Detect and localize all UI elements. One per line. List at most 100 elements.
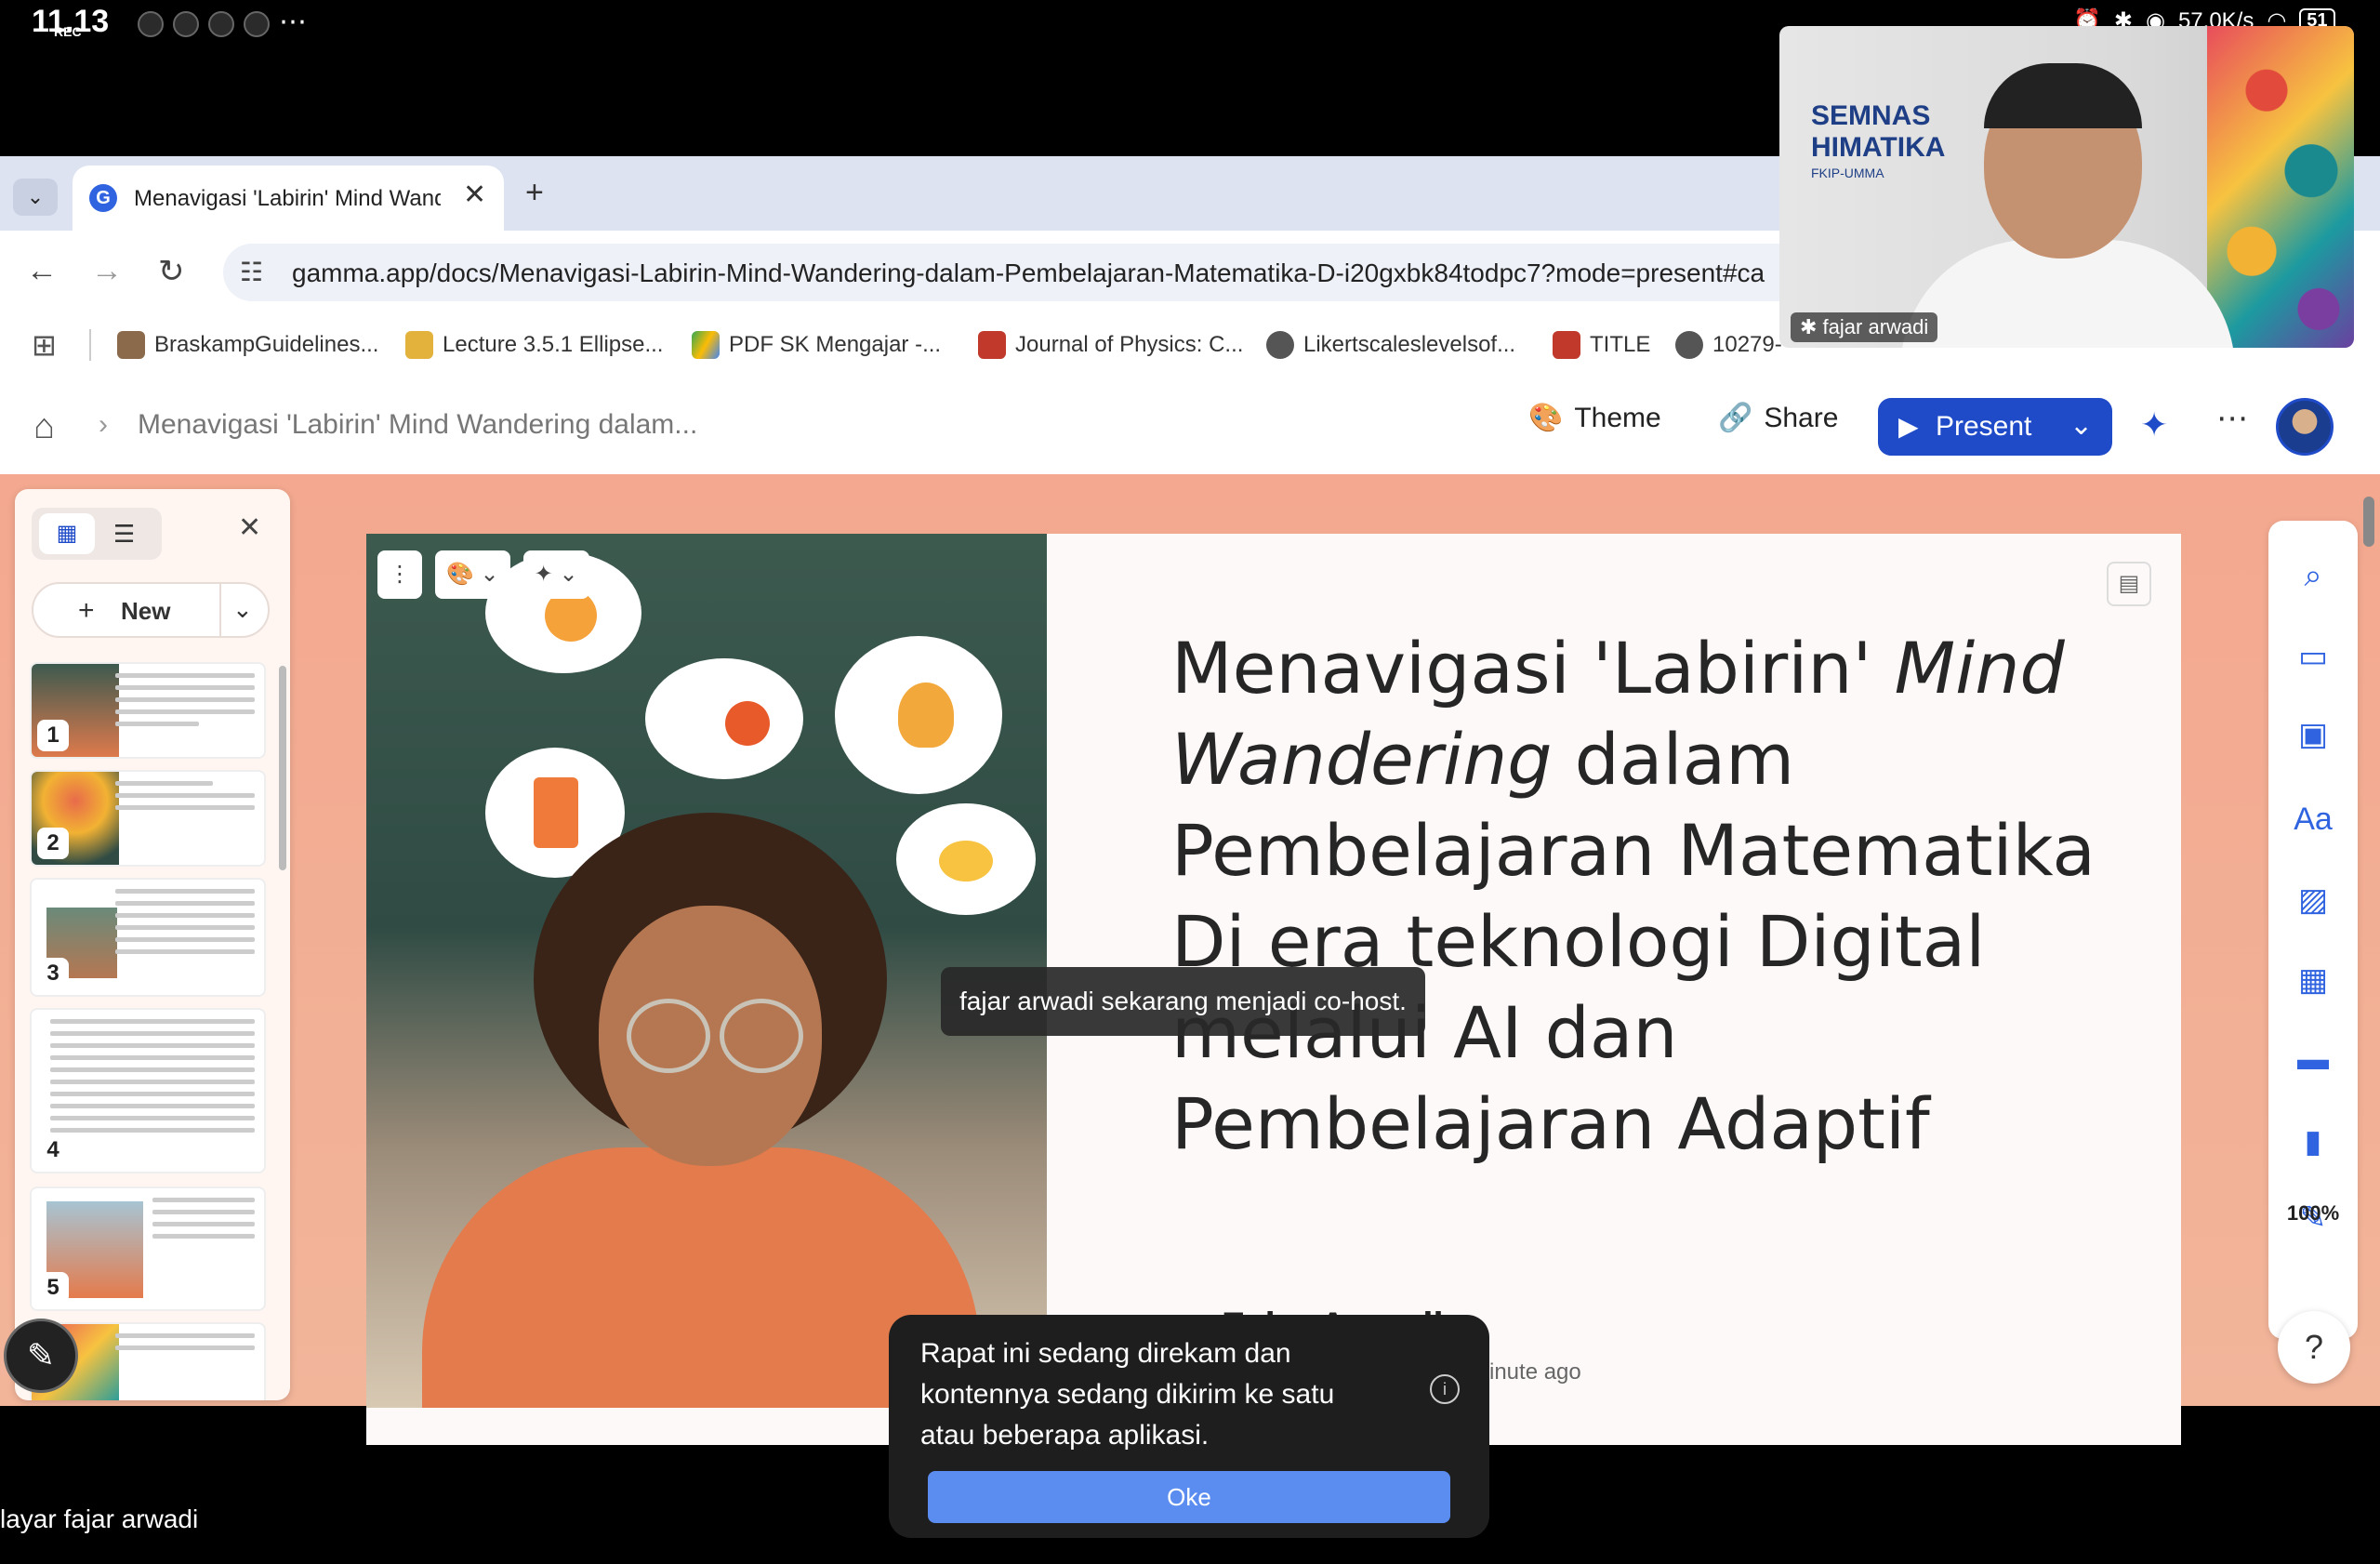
bookmark-item[interactable]: Lecture 3.5.1 Ellipse... xyxy=(405,331,663,359)
page-scrollbar[interactable] xyxy=(2360,474,2380,1406)
globe-icon xyxy=(1266,331,1294,359)
apple-icon xyxy=(725,701,770,746)
reload-icon[interactable]: ↻ xyxy=(158,253,185,290)
participant-name-badge: ✱ fajar arwadi xyxy=(1791,312,1938,342)
tab-title: Menavigasi 'Labirin' Mind Wandering dala… xyxy=(134,186,441,211)
slide-thumbnail[interactable]: 5 xyxy=(30,1186,266,1311)
participant-video[interactable]: SEMNAS HIMATIKA FKIP-UMMA ✱ fajar arwadi xyxy=(1779,26,2354,348)
scrollbar-thumb[interactable] xyxy=(2363,497,2374,547)
bookmark-favicon-icon xyxy=(1553,331,1580,359)
image-icon[interactable]: ▨ xyxy=(2268,881,2358,919)
tab-list-button[interactable]: ⌄ xyxy=(13,179,58,216)
slide-thumbnail[interactable]: 4 xyxy=(30,1008,266,1173)
help-button[interactable]: ? xyxy=(2278,1311,2350,1384)
event-banner: SEMNAS HIMATIKA xyxy=(1811,100,1946,163)
more-options-icon[interactable]: ⋯ xyxy=(2216,400,2248,437)
url-text: gamma.app/docs/Menavigasi-Labirin-Mind-W… xyxy=(292,258,1765,287)
share-button[interactable]: 🔗 Share xyxy=(1718,402,1838,434)
glasses-lens xyxy=(720,999,803,1073)
ai-edit-icon[interactable]: ✦ ⌄ xyxy=(522,550,589,599)
drag-handle-icon[interactable]: ⋮ xyxy=(377,550,422,599)
image-style-icon[interactable]: 🎨 ⌄ xyxy=(435,550,510,599)
bookmark-item[interactable]: 10279- xyxy=(1675,331,1782,359)
layout-icon[interactable]: ▣ xyxy=(2268,716,2358,753)
thumbnail-text xyxy=(50,1019,255,1140)
app-header: ⌂ › Menavigasi 'Labirin' Mind Wandering … xyxy=(0,378,2380,474)
address-bar[interactable]: ☷ gamma.app/docs/Menavigasi-Labirin-Mind… xyxy=(223,244,1841,301)
slide-thumbnail[interactable]: 3 xyxy=(30,878,266,997)
grid-view-icon[interactable]: ▦ xyxy=(39,513,95,554)
sidebar-scrollbar[interactable] xyxy=(279,666,286,870)
back-icon[interactable]: ← xyxy=(26,253,58,289)
new-slide-button[interactable]: + New ⌄ xyxy=(32,582,270,638)
video-icon[interactable]: ▦ xyxy=(2268,961,2358,999)
bookmark-item[interactable]: Journal of Physics: C... xyxy=(978,331,1243,359)
home-icon[interactable]: ⌂ xyxy=(33,407,55,447)
theme-button[interactable]: 🎨 Theme xyxy=(1528,402,1661,434)
palette-icon: 🎨 xyxy=(1528,403,1564,433)
bookmarks-divider xyxy=(89,329,91,361)
annotate-pencil-icon[interactable]: ✎ xyxy=(4,1319,78,1393)
bookmark-item[interactable]: Likertscaleslevelsof... xyxy=(1266,331,1515,359)
ai-sparkle-icon[interactable]: ✦ xyxy=(2140,405,2168,444)
site-info-icon[interactable]: ☷ xyxy=(240,257,263,287)
browser-tab-active[interactable]: G Menavigasi 'Labirin' Mind Wandering da… xyxy=(73,166,504,231)
slide-number: 4 xyxy=(37,1134,69,1166)
juice-glass-icon xyxy=(534,777,578,848)
slide-number: 3 xyxy=(37,958,69,989)
close-tab-icon[interactable]: ✕ xyxy=(463,179,486,211)
breadcrumb-chevron-icon: › xyxy=(99,409,108,440)
drive-icon xyxy=(692,331,720,359)
messenger-icon xyxy=(173,11,199,37)
facebook-icon xyxy=(138,11,164,37)
recording-notice-dialog: Rapat ini sedang direkam dan kontennya s… xyxy=(889,1315,1489,1538)
last-edited-time: inute ago xyxy=(1489,1359,1581,1385)
notification-icons xyxy=(138,11,270,37)
list-view-icon[interactable]: ☰ xyxy=(113,513,135,554)
search-icon[interactable]: ⌕ xyxy=(2268,558,2358,594)
thought-bubble xyxy=(645,658,803,779)
info-icon[interactable]: i xyxy=(1430,1374,1460,1404)
chevron-down-icon[interactable]: ⌄ xyxy=(232,595,253,624)
recording-indicator: REC xyxy=(54,24,82,39)
bookmark-item[interactable]: BraskampGuidelines... xyxy=(117,331,378,359)
chevron-down-icon: ⌄ xyxy=(26,185,45,208)
thumbnail-text xyxy=(115,781,255,817)
close-sidebar-icon[interactable]: ✕ xyxy=(238,511,261,544)
apps-grid-icon[interactable]: ⊞ xyxy=(32,327,57,363)
slide-number: 2 xyxy=(37,828,69,859)
ok-button[interactable]: Oke xyxy=(928,1471,1450,1523)
bookmark-item[interactable]: PDF SK Mengajar -... xyxy=(692,331,941,359)
text-icon[interactable]: Aa xyxy=(2268,802,2358,838)
zoom-level[interactable]: 100% xyxy=(2268,1201,2358,1226)
cohost-toast: fajar arwadi sekarang menjadi co-host. xyxy=(941,967,1425,1036)
lightbulb-icon xyxy=(898,683,954,748)
speaker-notes-icon[interactable]: ▤ xyxy=(2107,562,2151,606)
slide-title[interactable]: Menavigasi 'Labirin' Mind Wandering dala… xyxy=(1171,623,2101,1170)
thumbnail-text xyxy=(152,1198,255,1246)
user-avatar[interactable] xyxy=(2276,398,2334,456)
chart-icon[interactable]: ▮ xyxy=(2268,1123,2358,1160)
bookmark-favicon-icon xyxy=(405,331,433,359)
editor-canvas: ▦ ☰ ✕ + New ⌄ 1 2 3 4 5 ⋮ 🎨 ⌄ ✦ ⌄ ▤ Mena… xyxy=(0,474,2380,1445)
smiley-icon xyxy=(939,841,993,881)
slide-thumbnail[interactable]: 2 xyxy=(30,770,266,867)
add-card-icon[interactable]: ▭ xyxy=(2268,638,2358,675)
bookmark-item[interactable]: TITLE xyxy=(1553,331,1650,359)
slide-number: 1 xyxy=(37,720,69,751)
view-toggle[interactable]: ▦ ☰ xyxy=(32,508,162,560)
new-tab-icon[interactable]: + xyxy=(525,175,544,211)
forward-icon[interactable]: → xyxy=(91,253,123,289)
slide-number: 5 xyxy=(37,1272,69,1304)
glasses-lens xyxy=(627,999,710,1073)
play-icon: ▶ xyxy=(1898,412,1919,441)
chevron-down-icon[interactable]: ⌄ xyxy=(2069,409,2093,442)
camera-app-icon xyxy=(244,11,270,37)
thumbnail-text xyxy=(115,889,255,961)
present-button[interactable]: ▶ Present ⌄ xyxy=(1878,398,2112,456)
image-toolbar: ⋮ 🎨 ⌄ ✦ ⌄ xyxy=(377,550,589,599)
embed-icon[interactable]: ▬ xyxy=(2268,1041,2358,1078)
slide-thumbnail[interactable]: 1 xyxy=(30,662,266,759)
more-notifications-icon: ⋯ xyxy=(279,7,307,37)
breadcrumb-doc-title[interactable]: Menavigasi 'Labirin' Mind Wandering dala… xyxy=(138,409,697,441)
